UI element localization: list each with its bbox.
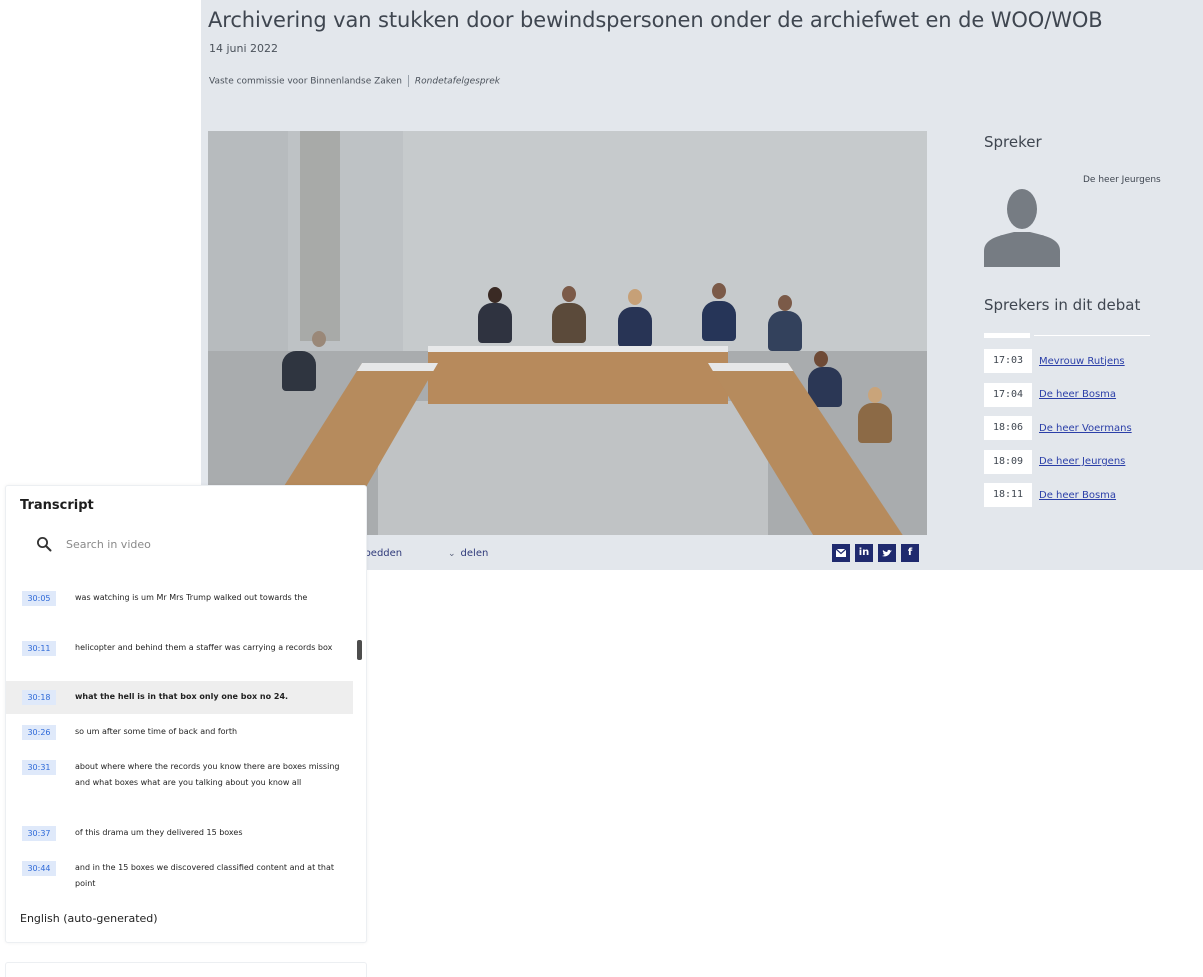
facebook-icon: f: [907, 547, 913, 558]
speaker-link[interactable]: Mevrouw Rutjens: [1039, 356, 1125, 367]
video-frame-head: [628, 289, 642, 305]
video-frame-table: [428, 346, 728, 404]
transcript-title: Transcript: [20, 498, 94, 513]
meta-divider: [407, 75, 409, 87]
speaker-timestamp: 17:03: [984, 349, 1032, 373]
speakers-progress-active: [984, 333, 1030, 338]
mail-icon: [835, 548, 847, 557]
twitter-share-button[interactable]: [878, 544, 896, 562]
video-frame-person: [282, 351, 316, 391]
transcript-segment[interactable]: 30:05 was watching is um Mr Mrs Trump wa…: [6, 582, 353, 618]
transcript-segment[interactable]: 30:31 about where where the records you …: [6, 752, 353, 808]
speaker-list-item[interactable]: 18:11 De heer Bosma: [984, 483, 1132, 507]
segment-text: of this drama um they delivered 15 boxes: [75, 828, 243, 837]
segment-text: was watching is um Mr Mrs Trump walked o…: [75, 593, 308, 602]
segment-timestamp[interactable]: 30:37: [22, 826, 56, 841]
transcript-language[interactable]: English (auto-generated): [20, 912, 158, 925]
transcript-segment[interactable]: 30:44 and in the 15 boxes we discovered …: [6, 854, 353, 894]
speaker-list-item[interactable]: 17:03 Mevrouw Rutjens: [984, 349, 1132, 373]
speaker-timestamp: 17:04: [984, 382, 1032, 407]
segment-text: helicopter and behind them a staffer was…: [75, 643, 333, 652]
video-frame-person: [552, 303, 586, 343]
video-frame-person: [702, 301, 736, 341]
segment-timestamp[interactable]: 30:31: [22, 760, 56, 775]
speaker-list-item[interactable]: 18:09 De heer Jeurgens: [984, 449, 1132, 474]
debate-meta: Vaste commissie voor Binnenlandse Zaken R…: [209, 75, 500, 87]
video-frame-person: [618, 307, 652, 347]
video-frame-head: [868, 387, 882, 403]
segment-text: about where where the records you know t…: [75, 762, 340, 787]
speaker-name: De heer Jeurgens: [1083, 175, 1161, 185]
speakers-in-debate-heading: Sprekers in dit debat: [984, 296, 1141, 314]
next-panel-edge: [5, 962, 367, 977]
committee-name: Vaste commissie voor Binnenlandse Zaken: [209, 76, 402, 87]
speaker-link[interactable]: De heer Bosma: [1039, 389, 1116, 400]
video-player[interactable]: [208, 131, 927, 535]
transcript-segment[interactable]: 30:37 of this drama um they delivered 15…: [6, 818, 353, 850]
transcript-segment[interactable]: 30:11 helicopter and behind them a staff…: [6, 632, 353, 668]
mail-share-button[interactable]: [832, 544, 850, 562]
facebook-share-button[interactable]: f: [901, 544, 919, 562]
person-silhouette-icon: [984, 189, 1060, 267]
speaker-list-item[interactable]: 18:06 De heer Voermans: [984, 416, 1132, 440]
speakers-list: 17:03 Mevrouw Rutjens 17:04 De heer Bosm…: [984, 349, 1132, 517]
share-toggle[interactable]: ⌄ delen: [448, 548, 488, 559]
chevron-down-icon: ⌄: [448, 549, 456, 559]
speaker-list-item[interactable]: 17:04 De heer Bosma: [984, 382, 1132, 407]
speaker-link[interactable]: De heer Jeurgens: [1039, 456, 1125, 467]
debate-date: 14 juni 2022: [209, 42, 279, 55]
speaker-timestamp: 18:06: [984, 416, 1032, 440]
transcript-segment-active[interactable]: 30:18 what the hell is in that box only …: [6, 681, 353, 714]
segment-text: and in the 15 boxes we discovered classi…: [75, 863, 335, 888]
video-frame-person: [858, 403, 892, 443]
twitter-icon: [882, 549, 892, 557]
video-frame-head: [488, 287, 502, 303]
transcript-search-input[interactable]: [66, 534, 226, 554]
segment-timestamp[interactable]: 30:18: [22, 690, 56, 705]
video-frame-person: [768, 311, 802, 351]
speakers-progress: [984, 333, 1150, 339]
video-frame-pillar: [300, 131, 340, 341]
linkedin-icon: in: [858, 547, 870, 558]
video-frame-head: [312, 331, 326, 347]
video-frame-carpet: [378, 401, 768, 535]
speakers-progress-track: [1034, 335, 1150, 336]
speaker-timestamp: 18:11: [984, 483, 1032, 507]
speaker-link[interactable]: De heer Voermans: [1039, 423, 1132, 434]
transcript-segment[interactable]: 30:26 so um after some time of back and …: [6, 717, 353, 749]
speaker-timestamp: 18:09: [984, 449, 1032, 474]
linkedin-share-button[interactable]: in: [855, 544, 873, 562]
segment-text: so um after some time of back and forth: [75, 727, 238, 736]
speaker-link[interactable]: De heer Bosma: [1039, 490, 1116, 501]
speaker-heading: Spreker: [984, 133, 1042, 151]
search-icon[interactable]: [36, 536, 52, 552]
page-title: Archivering van stukken door bewindspers…: [208, 8, 1103, 32]
segment-timestamp[interactable]: 30:44: [22, 861, 56, 876]
segment-timestamp[interactable]: 30:26: [22, 725, 56, 740]
segment-timestamp[interactable]: 30:05: [22, 591, 56, 606]
segment-text: what the hell is in that box only one bo…: [75, 692, 289, 701]
video-frame-person: [478, 303, 512, 343]
segment-timestamp[interactable]: 30:11: [22, 641, 56, 656]
speaker-avatar: [984, 185, 1060, 267]
video-frame-head: [814, 351, 828, 367]
transcript-panel: Transcript 30:05 was watching is um Mr M…: [5, 485, 367, 943]
video-frame-head: [562, 286, 576, 302]
transcript-scrollbar[interactable]: [357, 640, 362, 660]
video-frame-head: [778, 295, 792, 311]
share-label: delen: [460, 548, 489, 559]
video-frame-head: [712, 283, 726, 299]
meeting-type: Rondetafelgesprek: [414, 76, 500, 87]
